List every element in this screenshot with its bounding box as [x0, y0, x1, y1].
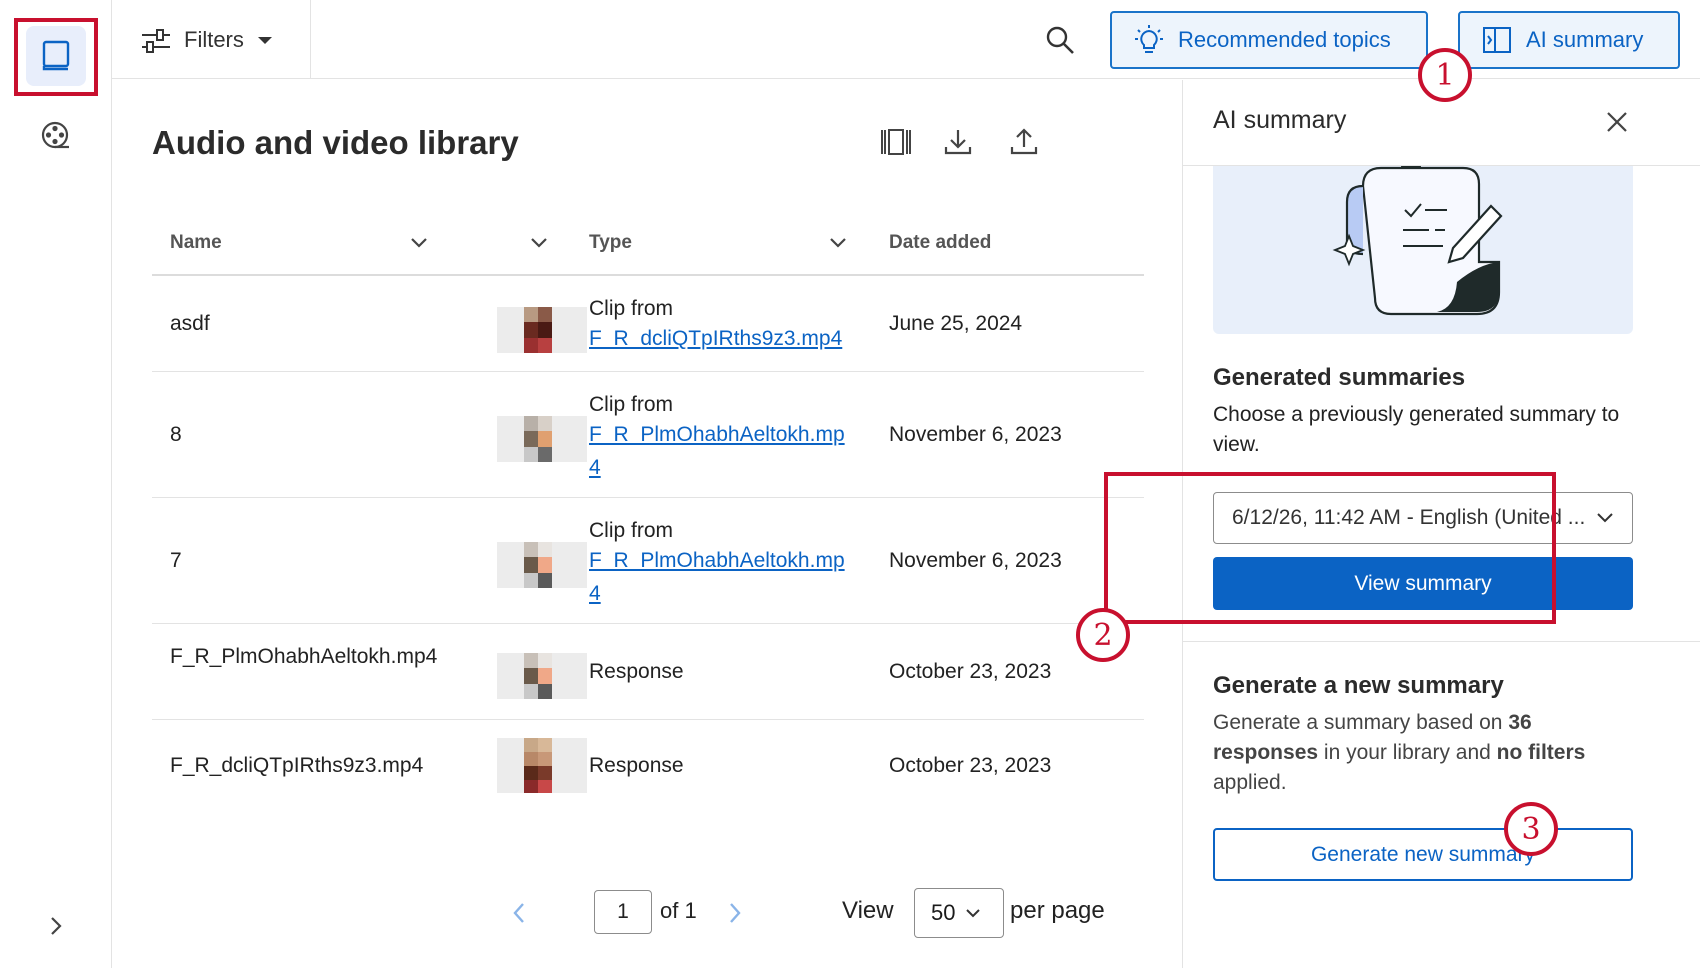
close-icon — [1607, 112, 1627, 132]
per-page-label: per page — [1010, 897, 1105, 924]
row-date: October 23, 2023 — [889, 754, 1052, 777]
media-reel-nav-button[interactable] — [26, 106, 86, 166]
filters-dropdown[interactable]: Filters — [140, 18, 274, 62]
row-date: November 6, 2023 — [889, 549, 1062, 572]
row-date: June 25, 2024 — [889, 312, 1023, 335]
generate-new-title: Generate a new summary — [1213, 672, 1504, 699]
callout-badge-2: 2 — [1076, 608, 1130, 662]
row-name: 8 — [170, 423, 182, 446]
panel-title: AI summary — [1213, 106, 1347, 134]
upload-icon — [1010, 128, 1038, 155]
table-row[interactable]: F_R_PlmOhabhAeltokh.mp4 Response October… — [152, 624, 1144, 720]
chevron-down-icon — [966, 909, 981, 918]
page-number-input[interactable] — [594, 890, 652, 934]
topbar-divider — [310, 0, 311, 79]
highlight-library-nav — [14, 18, 98, 96]
generated-summaries-text: Choose a previously generated summary to… — [1213, 403, 1620, 456]
row-type-link[interactable]: F_R_dcliQTpIRths9z3.mp4 — [589, 322, 849, 355]
chevron-down-icon — [411, 238, 427, 248]
sort-type-button[interactable] — [825, 230, 851, 256]
row-type-link[interactable]: F_R_PlmOhabhAeltokh.mp4 — [589, 544, 849, 610]
chevron-down-icon — [1597, 513, 1613, 523]
table-row[interactable]: F_R_dcliQTpIRths9z3.mp4 Response October… — [152, 720, 1144, 812]
pagination: of 1 View 50 per page — [152, 888, 1144, 938]
generated-summaries-title: Generated summaries — [1213, 364, 1466, 391]
video-thumbnail — [497, 416, 587, 462]
row-type-link[interactable]: F_R_PlmOhabhAeltokh.mp4 — [589, 418, 849, 484]
chevron-down-icon — [830, 238, 846, 248]
library-table: Name Type Date added asdf Clip from F_R_… — [152, 210, 1144, 812]
callout-badge-1: 1 — [1418, 48, 1472, 102]
upload-button[interactable] — [1002, 120, 1046, 164]
ai-summary-label: AI summary — [1526, 27, 1644, 52]
view-label: View — [842, 897, 894, 924]
table-header: Name Type Date added — [152, 210, 1144, 276]
search-icon — [1046, 26, 1074, 54]
callout-badge-3: 3 — [1504, 802, 1558, 856]
per-page-value: 50 — [931, 900, 956, 925]
chevron-down-icon — [531, 238, 547, 248]
panel-divider — [1183, 641, 1700, 642]
recommended-topics-label: Recommended topics — [1178, 27, 1391, 52]
library-main: Audio and video library Name Type Date a… — [112, 80, 1182, 968]
per-page-select[interactable]: 50 — [914, 888, 1004, 938]
left-rail — [0, 0, 112, 968]
chevron-right-icon — [51, 917, 62, 935]
row-name: F_R_PlmOhabhAeltokh.mp4 — [170, 645, 438, 668]
page-count: of 1 — [660, 898, 697, 923]
generate-new-text: Generate a summary based on 36 responses … — [1213, 711, 1586, 794]
column-header-date-added[interactable]: Date added — [889, 210, 991, 276]
search-button[interactable] — [1040, 20, 1080, 60]
summary-illustration — [1213, 166, 1633, 334]
row-date: November 6, 2023 — [889, 423, 1062, 446]
chevron-right-icon — [730, 903, 741, 923]
video-thumbnail — [497, 307, 587, 353]
video-thumbnail — [497, 542, 587, 588]
column-header-type[interactable]: Type — [589, 210, 632, 276]
generate-new-summary-button[interactable]: Generate new summary — [1213, 828, 1633, 881]
caret-down-icon — [257, 37, 272, 44]
filters-label: Filters — [184, 27, 244, 52]
close-panel-button[interactable] — [1597, 102, 1637, 142]
next-page-button[interactable] — [720, 896, 750, 930]
chevron-left-icon — [513, 903, 524, 923]
row-type-text: Clip from — [589, 393, 674, 416]
video-thumbnail — [497, 653, 587, 699]
ai-summary-button[interactable]: AI summary — [1458, 11, 1680, 69]
row-type-text: Response — [589, 754, 684, 777]
filter-sliders-icon — [142, 29, 170, 53]
side-panel-icon — [1483, 27, 1511, 53]
row-name: 7 — [170, 549, 182, 572]
row-type-text: Response — [589, 660, 684, 683]
columns-button[interactable] — [874, 120, 918, 164]
previous-page-button[interactable] — [504, 896, 534, 930]
video-thumbnail — [497, 738, 587, 793]
expand-rail-button[interactable] — [40, 910, 72, 942]
row-type-text: Clip from — [589, 519, 674, 542]
download-icon — [944, 130, 972, 155]
sort-thumbnail-button[interactable] — [526, 230, 552, 256]
columns-icon — [881, 129, 911, 155]
row-type-text: Clip from — [589, 297, 674, 320]
document-scroll-illustration — [1332, 166, 1503, 316]
table-row[interactable]: 7 Clip from F_R_PlmOhabhAeltokh.mp4 Nove… — [152, 498, 1144, 624]
lightbulb-icon — [1135, 25, 1163, 53]
table-row[interactable]: 8 Clip from F_R_PlmOhabhAeltokh.mp4 Nove… — [152, 372, 1144, 498]
download-button[interactable] — [936, 120, 980, 164]
row-date: October 23, 2023 — [889, 660, 1052, 683]
film-reel-icon — [41, 121, 69, 149]
recommended-topics-button[interactable]: Recommended topics — [1110, 11, 1428, 69]
page-title: Audio and video library — [152, 124, 519, 161]
column-header-name[interactable]: Name — [170, 210, 222, 276]
row-name: F_R_dcliQTpIRths9z3.mp4 — [170, 754, 424, 777]
highlight-summary-selection — [1104, 472, 1556, 624]
row-name: asdf — [170, 312, 210, 335]
table-row[interactable]: asdf Clip from F_R_dcliQTpIRths9z3.mp4 J… — [152, 276, 1144, 372]
sort-name-button[interactable] — [406, 230, 432, 256]
